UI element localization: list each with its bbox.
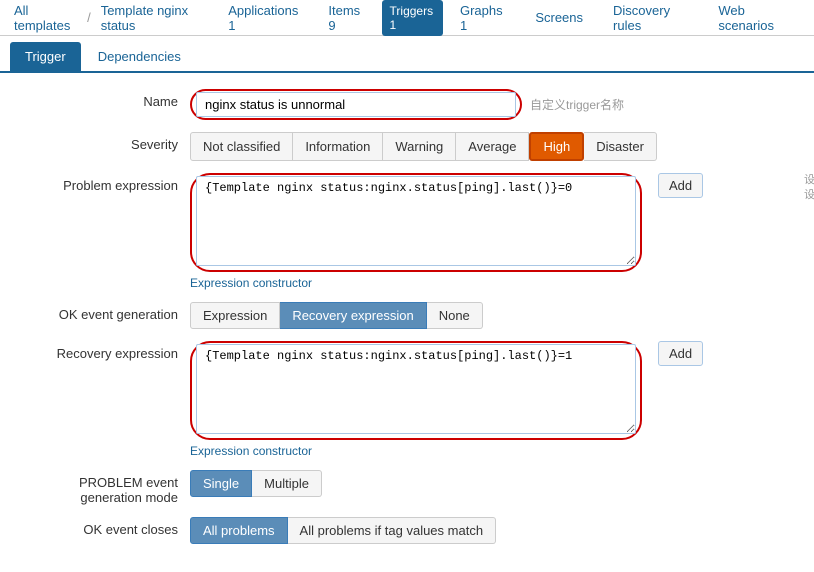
problem-annotation: 设置触发告警的条件，此外 设置为nginx ping返回值为0	[804, 173, 814, 204]
problem-mode-control: Single Multiple	[190, 470, 794, 497]
nav-triggers[interactable]: Triggers 1	[382, 0, 443, 36]
ok-none[interactable]: None	[427, 302, 483, 329]
sev-high[interactable]: High	[529, 132, 584, 161]
name-label: Name	[20, 89, 190, 109]
nav-web-scenarios[interactable]: Web scenarios	[705, 0, 804, 42]
sev-disaster[interactable]: Disaster	[584, 132, 657, 161]
problem-add-button[interactable]: Add	[658, 173, 703, 198]
sev-information[interactable]: Information	[293, 132, 383, 161]
problem-expression-constructor[interactable]: Expression constructor	[190, 276, 794, 290]
sev-average[interactable]: Average	[456, 132, 529, 161]
ok-event-control: Expression Recovery expression None	[190, 302, 794, 329]
nav-screens[interactable]: Screens	[522, 1, 596, 34]
recovery-add-button[interactable]: Add	[658, 341, 703, 366]
ok-event-label: OK event generation	[20, 302, 190, 322]
name-input[interactable]	[196, 92, 516, 117]
all-templates-link[interactable]: All templates	[10, 3, 81, 33]
ok-expression[interactable]: Expression	[190, 302, 280, 329]
ok-closes-control: All problems All problems if tag values …	[190, 517, 794, 544]
problem-expr-oval: {Template nginx status:nginx.status[ping…	[190, 173, 642, 272]
recovery-expr-oval: {Template nginx status:nginx.status[ping…	[190, 341, 642, 440]
closes-all-problems[interactable]: All problems	[190, 517, 288, 544]
sev-warning[interactable]: Warning	[383, 132, 456, 161]
problem-expression-input[interactable]: {Template nginx status:nginx.status[ping…	[196, 176, 636, 266]
main-content: Name 自定义trigger名称 Severity Not classifie…	[0, 73, 814, 572]
problem-expression-control: {Template nginx status:nginx.status[ping…	[190, 173, 794, 290]
nav-discovery-rules[interactable]: Discovery rules	[600, 0, 701, 42]
template-name-link[interactable]: Template nginx status	[97, 3, 212, 33]
closes-button-group: All problems All problems if tag values …	[190, 517, 794, 544]
closes-tag-match[interactable]: All problems if tag values match	[288, 517, 497, 544]
sev-not-classified[interactable]: Not classified	[190, 132, 293, 161]
mode-multiple[interactable]: Multiple	[252, 470, 322, 497]
problem-expression-label: Problem expression	[20, 173, 190, 193]
problem-mode-label: PROBLEM event generation mode	[20, 470, 190, 505]
name-input-oval	[190, 89, 522, 120]
problem-expression-row: Problem expression {Template nginx statu…	[20, 173, 794, 290]
name-field-wrap: 自定义trigger名称	[190, 89, 794, 120]
ok-closes-label: OK event closes	[20, 517, 190, 537]
nav-applications[interactable]: Applications 1	[215, 0, 311, 42]
recovery-expression-control: {Template nginx status:nginx.status[ping…	[190, 341, 794, 458]
ok-event-row: OK event generation Expression Recovery …	[20, 302, 794, 329]
ok-closes-row: OK event closes All problems All problem…	[20, 517, 794, 544]
problem-mode-row: PROBLEM event generation mode Single Mul…	[20, 470, 794, 505]
tab-trigger[interactable]: Trigger	[10, 42, 81, 71]
severity-buttons: Not classified Information Warning Avera…	[190, 132, 794, 161]
nav-graphs[interactable]: Graphs 1	[447, 0, 518, 42]
name-annotation: 自定义trigger名称	[530, 96, 624, 113]
nav-items[interactable]: Items 9	[315, 0, 377, 42]
mode-single[interactable]: Single	[190, 470, 252, 497]
nav-separator: /	[87, 10, 91, 25]
top-navigation: All templates / Template nginx status Ap…	[0, 0, 814, 36]
mode-button-group: Single Multiple	[190, 470, 794, 497]
name-row: Name 自定义trigger名称	[20, 89, 794, 120]
recovery-expression-input[interactable]: {Template nginx status:nginx.status[ping…	[196, 344, 636, 434]
recovery-expression-label: Recovery expression	[20, 341, 190, 361]
ok-button-group: Expression Recovery expression None	[190, 302, 794, 329]
tab-bar: Trigger Dependencies	[0, 36, 814, 73]
ok-recovery-expression[interactable]: Recovery expression	[280, 302, 426, 329]
recovery-expression-constructor[interactable]: Expression constructor	[190, 444, 794, 458]
severity-label: Severity	[20, 132, 190, 152]
severity-row: Severity Not classified Information Warn…	[20, 132, 794, 161]
tab-dependencies[interactable]: Dependencies	[83, 42, 196, 71]
recovery-expression-row: Recovery expression {Template nginx stat…	[20, 341, 794, 458]
severity-button-group: Not classified Information Warning Avera…	[190, 132, 794, 161]
